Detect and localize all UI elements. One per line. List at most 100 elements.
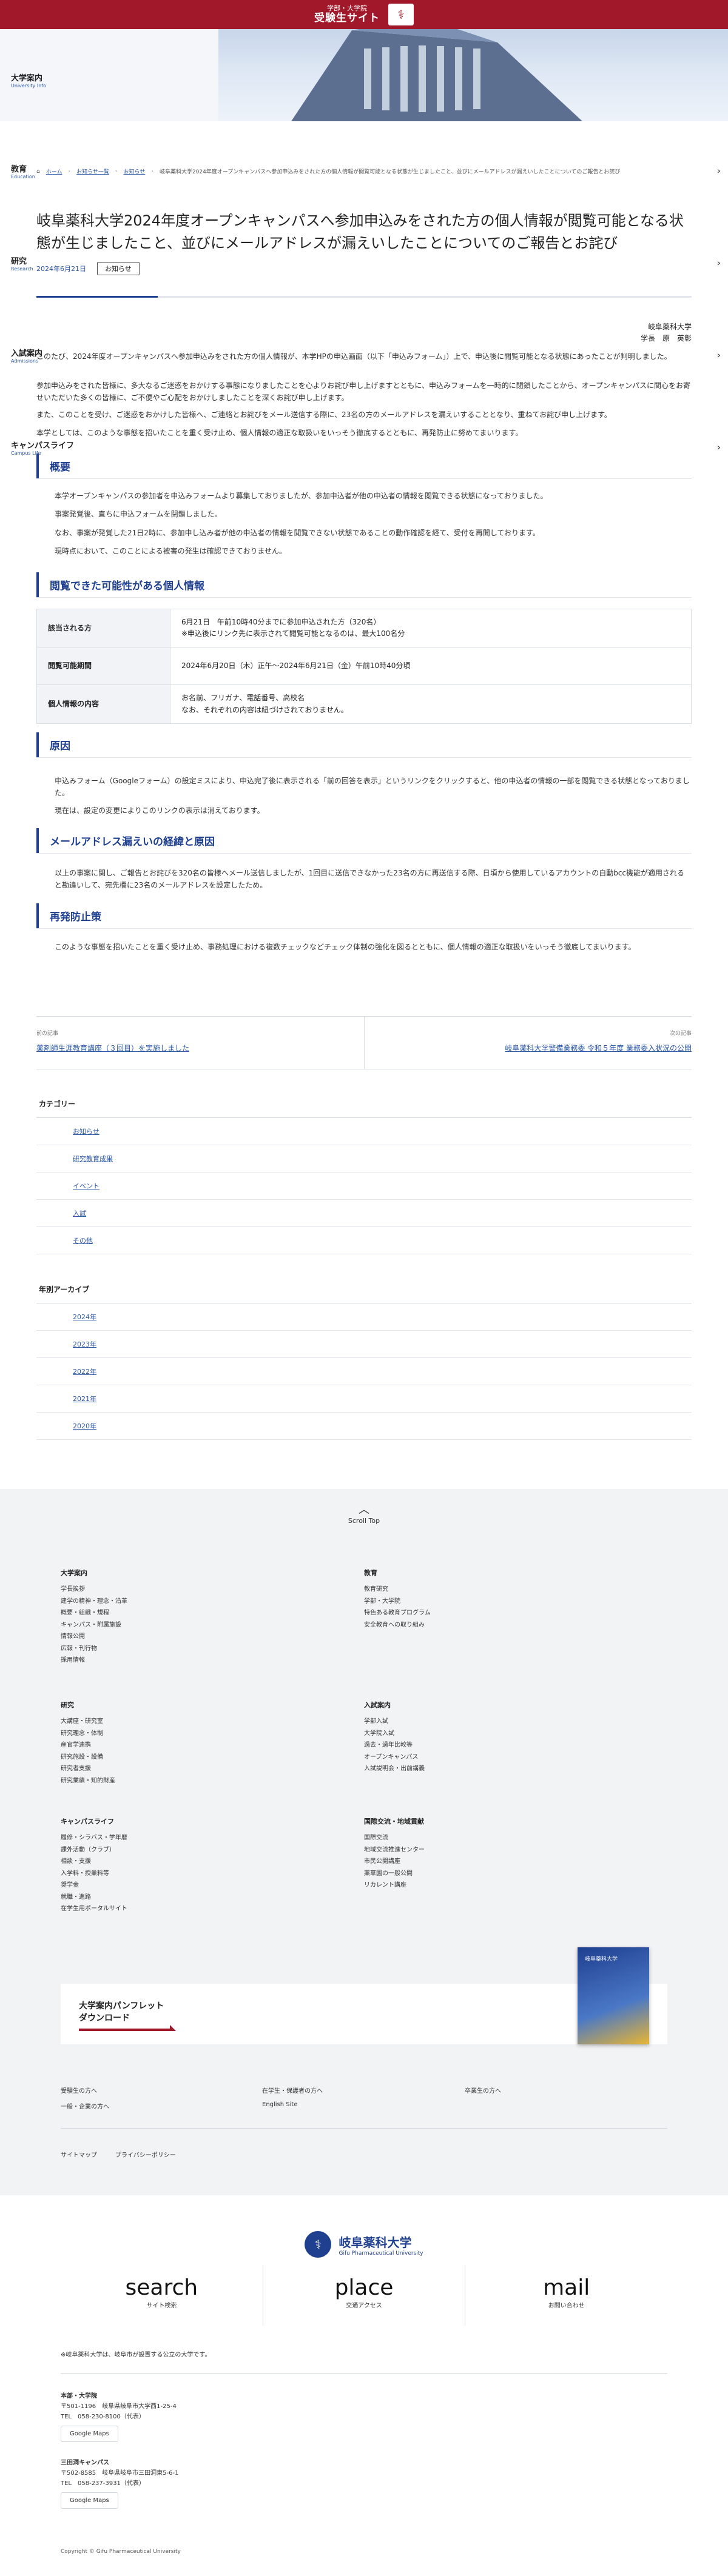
link-english-site[interactable]: English Site — [262, 2101, 298, 2108]
footer-link[interactable]: 採用情報 — [61, 1654, 352, 1667]
footer-link[interactable]: 奨学金 — [61, 1879, 352, 1892]
category-list: カテゴリー お知らせ 研究教育成果 イベント 入試 その他 — [36, 1099, 692, 1254]
footer-link[interactable]: 相談・支援 — [61, 1856, 352, 1868]
public-university-note: ※岐阜薬科大学は、岐阜市が設置する公立の大学です。 — [61, 2352, 211, 2358]
section-heading-personal-info: 閲覧できた可能性がある個人情報 — [36, 572, 692, 597]
footer-link[interactable]: 入学料・授業料等 — [61, 1868, 352, 1880]
footer-link[interactable]: 学長挨拶 — [61, 1584, 352, 1596]
footer-link[interactable]: リカレント講座 — [364, 1879, 655, 1892]
chevron-right-icon: › — [716, 257, 721, 269]
footer-link[interactable]: 課外活動（クラブ） — [61, 1844, 352, 1856]
archive-link[interactable]: 2020年 — [36, 1413, 692, 1440]
footer-link[interactable]: 薬草園の一般公開 — [364, 1868, 655, 1880]
access-link[interactable]: place 交通アクセス — [262, 2265, 465, 2326]
archive-link[interactable]: 2021年 — [36, 1385, 692, 1413]
footer-link[interactable]: 研究業績・知的財産 — [61, 1775, 352, 1787]
link-general-corporate[interactable]: 一般・企業の方へ — [61, 2101, 109, 2110]
signature: 岐阜薬科大学 学長 原 英彰 — [640, 323, 692, 343]
footer-link[interactable]: 建学の精神・理念・沿革 — [61, 1596, 352, 1608]
prev-article-link[interactable]: 薬剤師生涯教育講座（３回目）を実施しました — [36, 1044, 189, 1052]
archive-link[interactable]: 2024年 — [36, 1303, 692, 1331]
table-row: 閲覧可能期間 2024年6月20日（木）正午〜2024年6月21日（金）午前10… — [36, 647, 692, 686]
scroll-top-button[interactable]: ︿ Scroll Top — [328, 1501, 400, 1525]
footer-nav-research: 研究 大講座・研究室 研究理念・体制 産官学連携 研究施設・設備 研究者支援 研… — [61, 1700, 352, 1787]
table-row: 個人情報の内容 お名前、フリガナ、電話番号、高校名 なお、それぞれの内容は紐づけさ… — [36, 684, 692, 724]
google-maps-button[interactable]: Google Maps — [61, 2492, 118, 2509]
intro-paragraph-3: また、このことを受け、ご迷惑をおかけした皆様へ、ご連絡とお詫びをメール送信する際… — [36, 410, 612, 419]
link-applicants[interactable]: 受験生の方へ — [61, 2086, 97, 2095]
side-nav-education[interactable]: 教育 Education › — [0, 162, 728, 187]
footer-link[interactable]: 産官学連携 — [61, 1739, 352, 1751]
university-seal-icon: ⚕ — [388, 4, 414, 25]
chevron-up-icon: ︿ — [359, 1504, 369, 1516]
table-row: 該当される方 6月21日 午前10時40分までに参加申込された方（320名） ※申… — [36, 608, 692, 648]
page-title: 岐阜薬科大学2024年度オープンキャンパスへ参加申込みをされた方の個人情報が閲覧… — [36, 212, 684, 252]
address-mitahora-campus: 三田洞キャンパス 〒502-8585 岐阜県岐阜市三田洞東5-6-1 TEL 0… — [61, 2458, 178, 2509]
footer-link[interactable]: 情報公開 — [61, 1631, 352, 1643]
footer-link[interactable]: 入試説明会・出前講義 — [364, 1763, 655, 1775]
university-logo[interactable]: ⚕ 岐阜薬科大学 Gifu Pharmaceutical University — [0, 2231, 728, 2258]
section-heading-prevention: 再発防止策 — [36, 903, 692, 928]
google-maps-button[interactable]: Google Maps — [61, 2426, 118, 2442]
pamphlet-cover-image: 岐阜薬科大学 — [578, 1947, 649, 2044]
archive-list: 年別アーカイブ 2024年 2023年 2022年 2021年 2020年 — [36, 1284, 692, 1440]
footer-nav-admissions: 入試案内 学部入試 大学院入試 過去・過年比較等 オープンキャンパス 入試説明会… — [364, 1700, 655, 1775]
chevron-right-icon: › — [716, 349, 721, 361]
footer-link[interactable]: 地域交流推進センター — [364, 1844, 655, 1856]
address-main-campus: 本部・大学院 〒501-1196 岐阜県岐阜市大学西1-25-4 TEL 058… — [61, 2391, 177, 2442]
footer-link[interactable]: 学部・大学院 — [364, 1596, 655, 1608]
footer-link[interactable]: 研究者支援 — [61, 1763, 352, 1775]
side-nav-research[interactable]: 研究 Research › — [0, 255, 728, 279]
footer-link[interactable]: 教育研究 — [364, 1584, 655, 1596]
footer-link[interactable]: 過去・過年比較等 — [364, 1739, 655, 1751]
university-emblem-icon: ⚕ — [305, 2231, 332, 2258]
archive-link[interactable]: 2022年 — [36, 1358, 692, 1385]
article-pager: 前の記事 薬剤師生涯教育講座（３回目）を実施しました 次の記事 岐阜薬科大学警備… — [36, 1016, 692, 1069]
footer-link[interactable]: 履修・シラバス・学年暦 — [61, 1832, 352, 1844]
intro-paragraph-2: 参加申込みをされた皆様に、多大なるご迷惑をおかけする事態になりましたことを心より… — [36, 381, 690, 403]
intro-paragraph-4: 本学としては、このような事態を招いたことを重く受け止め、個人情報の適正な取扱いを… — [36, 429, 523, 437]
footer-link[interactable]: 大講座・研究室 — [61, 1716, 352, 1728]
category-link[interactable]: イベント — [36, 1173, 692, 1200]
footer-nav-education: 教育 教育研究 学部・大学院 特色ある教育プログラム 安全教育への取り組み — [364, 1568, 655, 1631]
category-link[interactable]: お知らせ — [36, 1118, 692, 1145]
footer-link[interactable]: 研究施設・設備 — [61, 1751, 352, 1764]
footer-link[interactable]: 広報・刊行物 — [61, 1643, 352, 1655]
footer-link[interactable]: オープンキャンパス — [364, 1751, 655, 1764]
category-link[interactable]: 入試 — [36, 1200, 692, 1227]
contact-link[interactable]: mail お問い合わせ — [465, 2265, 667, 2326]
footer-link[interactable]: 就職・進路 — [61, 1892, 352, 1904]
footer-nav-international: 国際交流・地域貢献 国際交流 地域交流推進センター 市民公開講座 薬草園の一般公… — [364, 1816, 655, 1892]
footer-link[interactable]: 学部入試 — [364, 1716, 655, 1728]
footer-link[interactable]: 安全教育への取り組み — [364, 1619, 655, 1631]
footer-link[interactable]: 概要・組織・規程 — [61, 1607, 352, 1619]
next-article-link[interactable]: 岐阜薬科大学警備業務委 令和５年度 業務委入状況の公開 — [505, 1044, 692, 1052]
link-students-parents[interactable]: 在学生・保護者の方へ — [262, 2086, 323, 2095]
footer-link[interactable]: 大学院入試 — [364, 1728, 655, 1740]
link-alumni[interactable]: 卒業生の方へ — [465, 2086, 501, 2095]
link-privacy-policy[interactable]: プライバシーポリシー — [115, 2150, 176, 2159]
footer-link[interactable]: 特色ある教育プログラム — [364, 1607, 655, 1619]
archive-link[interactable]: 2023年 — [36, 1331, 692, 1358]
applicant-site-banner[interactable]: 学部・大学院 受験生サイト ⚕ — [0, 0, 728, 29]
category-link[interactable]: 研究教育成果 — [36, 1145, 692, 1173]
email-leak-body: 以上の事案に関し、ご報告とお詫びを320名の皆様へメール送信しましたが、1回目に… — [55, 869, 685, 890]
category-link[interactable]: その他 — [36, 1227, 692, 1254]
side-nav-campus-life[interactable]: キャンパスライフ Campus Life › — [0, 439, 728, 463]
quick-links: search サイト検索 place 交通アクセス mail お問い合わせ — [61, 2265, 667, 2326]
side-nav-admissions[interactable]: 入試案内 Admissions › — [0, 347, 728, 371]
footer-link[interactable]: 研究理念・体制 — [61, 1728, 352, 1740]
site-search-link[interactable]: search サイト検索 — [61, 2265, 263, 2326]
title-divider — [36, 296, 692, 298]
pamphlet-download-button[interactable]: 大学案内パンフレット ダウンロード 岐阜薬科大学 — [61, 1947, 667, 2044]
footer-link[interactable]: 市民公開講座 — [364, 1856, 655, 1868]
footer-link[interactable]: 在学生用ポータルサイト — [61, 1903, 352, 1915]
link-sitemap[interactable]: サイトマップ — [61, 2150, 97, 2159]
footer-nav-university: 大学案内 学長挨拶 建学の精神・理念・沿革 概要・組織・規程 キャンパス・附属施… — [61, 1568, 352, 1667]
cause-body: 申込みフォーム（Googleフォーム）の設定ミスにより、申込完了後に表示される「… — [55, 777, 690, 815]
footer-link[interactable]: 国際交流 — [364, 1832, 655, 1844]
hero-section-label: 大学案内 University Info — [11, 74, 47, 89]
footer-link[interactable]: キャンパス・附属施設 — [61, 1619, 352, 1631]
arrow-right-icon — [79, 2025, 176, 2031]
chevron-right-icon: › — [716, 165, 721, 176]
